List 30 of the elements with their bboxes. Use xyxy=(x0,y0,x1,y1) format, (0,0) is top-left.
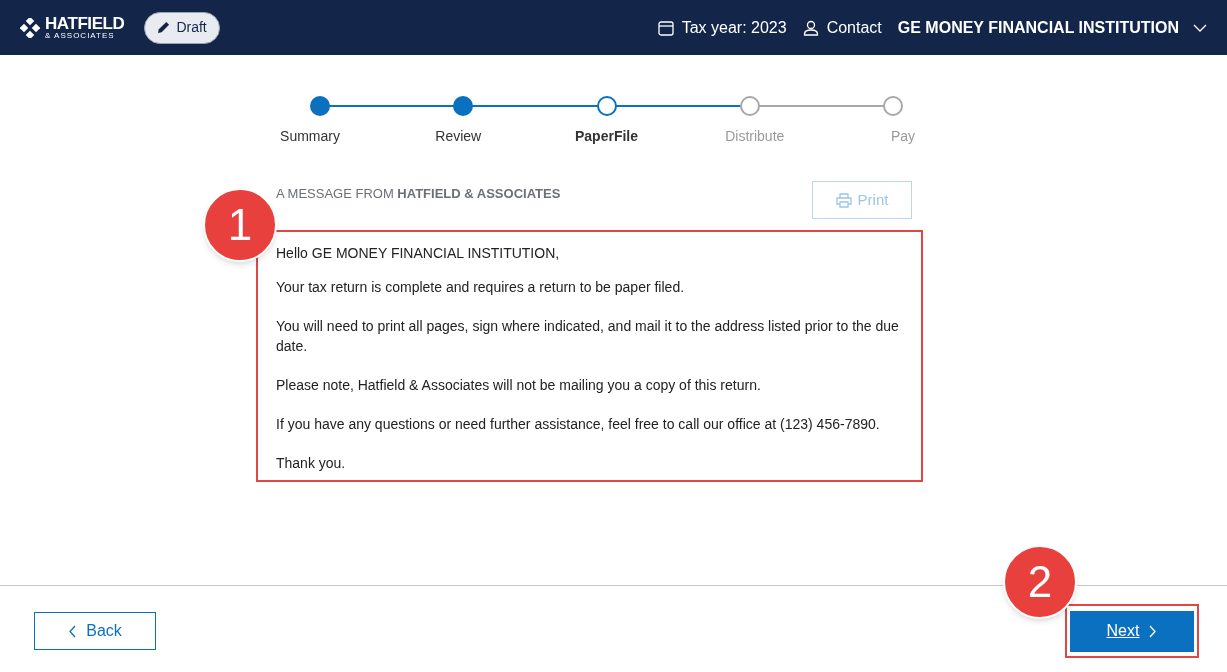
message-paragraph: Please note, Hatfield & Associates will not be mailing you a copy of this return. xyxy=(276,376,762,395)
step-label: Pay xyxy=(889,127,917,146)
next-button[interactable]: Next xyxy=(1070,610,1194,652)
message-paragraph: If you have any questions or need further assistance, feel free to call our office at (123) 456-7890. xyxy=(276,415,881,434)
chevron-down-icon xyxy=(1193,23,1207,32)
account-menu[interactable]: GE MONEY FINANCIAL INSTITUTION xyxy=(897,15,1207,40)
message-heading: A MESSAGE FROM HATFIELD & ASSOCIATES xyxy=(276,185,561,203)
chevron-left-icon xyxy=(68,624,77,638)
logo-tagline: & ASSOCIATES xyxy=(45,32,116,40)
chevron-right-icon xyxy=(1149,624,1158,638)
step-label: Review xyxy=(434,127,483,146)
message-paragraph: You will need to print all pages, sign where indicated, and mail it to the address listed prior to the due date. xyxy=(276,317,900,356)
printer-icon xyxy=(835,192,852,208)
contact-link[interactable]: Contact xyxy=(826,15,882,40)
person-icon xyxy=(802,19,819,36)
callout-number: 1 xyxy=(203,188,277,262)
logo-wordmark: HATFIELD xyxy=(45,15,125,32)
greeting-text: Hello GE MONEY FINANCIAL INSTITUTION, xyxy=(276,244,561,263)
calendar-icon xyxy=(657,19,674,36)
step-label: Distribute xyxy=(724,127,786,146)
tax-year-label: Tax year: 2023 xyxy=(681,17,787,38)
draft-badge[interactable]: Draft xyxy=(144,11,220,44)
back-button[interactable]: Back xyxy=(34,612,156,650)
step-label: Summary xyxy=(279,127,341,146)
callout-number: 2 xyxy=(1003,545,1077,619)
logo-icon xyxy=(20,17,40,38)
message-paragraph: Thank you. xyxy=(276,454,347,473)
step-label: PaperFile xyxy=(574,127,639,146)
pencil-icon xyxy=(157,21,171,34)
message-paragraph: Your tax return is complete and requires a return to be paper filed. xyxy=(276,278,686,297)
